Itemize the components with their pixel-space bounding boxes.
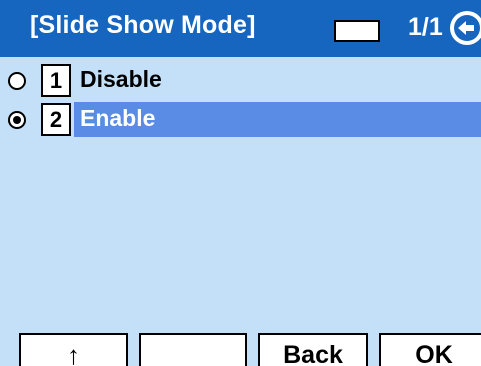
- softkey-back[interactable]: Back: [258, 333, 368, 366]
- back-arrow-icon[interactable]: [449, 10, 481, 46]
- radio-button-selected[interactable]: [8, 111, 26, 129]
- title-bar: [Slide Show Mode] 1/1: [0, 0, 481, 57]
- option-enable[interactable]: 2 Enable: [0, 102, 481, 137]
- option-number: 2: [41, 103, 71, 136]
- status-indicator-box: [334, 20, 380, 42]
- option-label[interactable]: Disable: [74, 63, 162, 98]
- softkey-blank[interactable]: [139, 333, 247, 366]
- option-list: 1 Disable 2 Enable: [0, 63, 481, 141]
- up-arrow-icon: ↑: [67, 340, 80, 366]
- option-disable[interactable]: 1 Disable: [0, 63, 481, 98]
- softkey-up[interactable]: ↑: [19, 333, 128, 366]
- page-indicator: 1/1: [408, 13, 443, 41]
- screen-title: [Slide Show Mode]: [30, 11, 256, 39]
- softkey-ok[interactable]: OK: [379, 333, 481, 366]
- phone-screen: [Slide Show Mode] 1/1 1 Disable 2 Enable…: [0, 0, 481, 366]
- option-number: 1: [41, 64, 71, 97]
- option-label[interactable]: Enable: [74, 102, 481, 137]
- radio-dot: [13, 116, 21, 124]
- radio-button-unselected[interactable]: [8, 72, 26, 90]
